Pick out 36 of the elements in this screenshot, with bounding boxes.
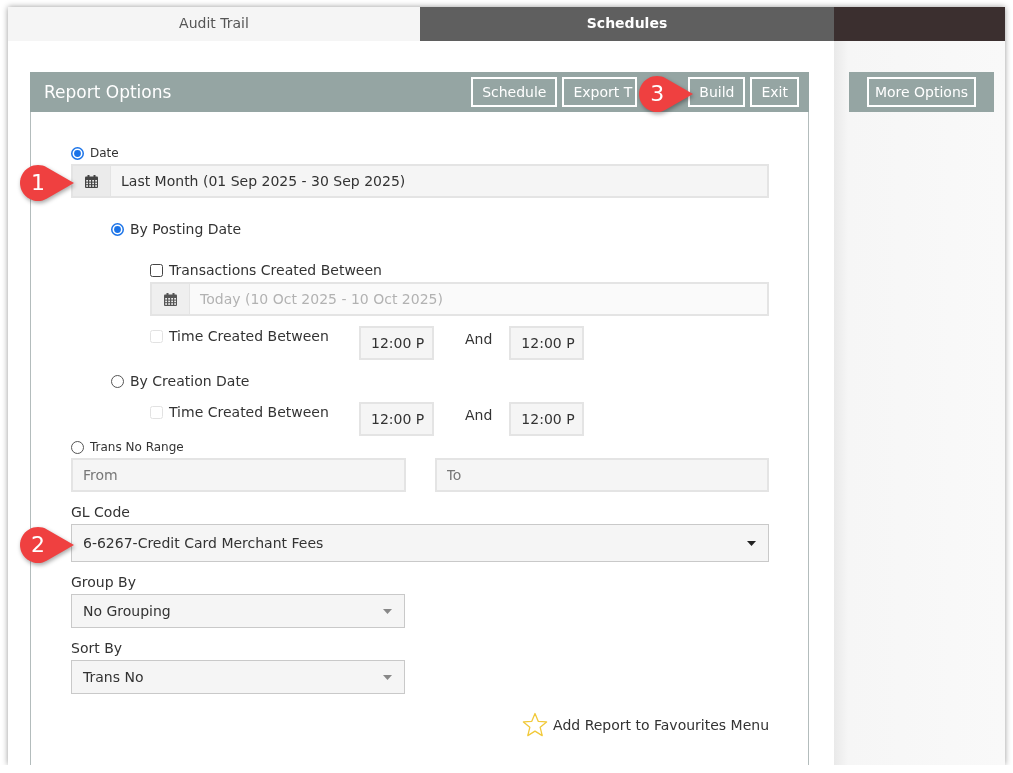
date-range-field[interactable]: Last Month (01 Sep 2025 - 30 Sep 2025) [71, 164, 769, 198]
dropdown-select[interactable]: Trans No [71, 660, 405, 694]
option-label: Time Created Between [169, 328, 329, 344]
option-label: Trans No Range [90, 440, 184, 454]
dropdown-select[interactable]: 6-6267-Credit Card Merchant Fees [71, 524, 769, 562]
field-label: Group By [71, 573, 136, 591]
radio-button[interactable] [71, 146, 84, 160]
option-label: By Creation Date [130, 373, 250, 389]
option-label: By Posting Date [130, 221, 242, 237]
callout-badge: 3 [638, 74, 695, 114]
option-label: Transactions Created Between [169, 262, 382, 278]
panel-title: Report Options [44, 82, 172, 102]
option-label: Date [90, 146, 119, 160]
radio-button[interactable] [111, 374, 124, 388]
star-icon [522, 712, 549, 738]
tab[interactable]: Audit Trail [8, 7, 420, 41]
text-input[interactable]: From [71, 458, 406, 492]
radio-button[interactable] [111, 222, 124, 236]
calendar-icon [85, 174, 98, 188]
caret-icon [383, 608, 392, 614]
tab[interactable]: Schedules [420, 7, 834, 41]
and-label: And [465, 330, 493, 348]
caret-icon [383, 674, 392, 680]
field-label: Sort By [71, 639, 123, 657]
callout-badge: 2 [19, 525, 75, 565]
add-favourites-link[interactable]: Add Report to Favourites Menu [522, 712, 769, 738]
checkbox[interactable] [150, 263, 163, 277]
caret-icon [747, 540, 756, 546]
callout-badge: 1 [19, 163, 75, 203]
field-label: GL Code [71, 503, 130, 521]
text-input[interactable]: To [434, 458, 769, 492]
and-label: And [465, 406, 493, 424]
calendar-icon [164, 292, 177, 306]
radio-button[interactable] [71, 440, 84, 454]
option-label: Time Created Between [169, 404, 329, 420]
dropdown-select[interactable]: No Grouping [71, 594, 405, 628]
